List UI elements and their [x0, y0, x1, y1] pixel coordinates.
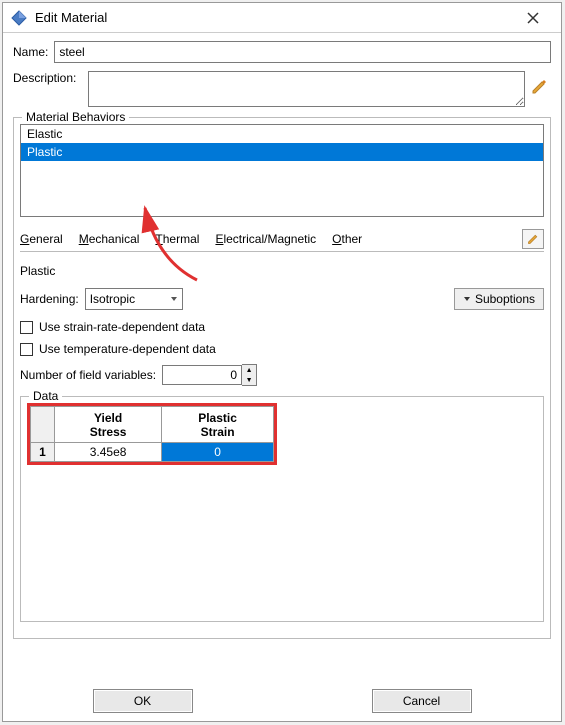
chevron-down-icon — [170, 295, 178, 303]
menu-electrical[interactable]: Electrical/Magnetic — [215, 232, 316, 246]
menu-thermal[interactable]: Thermal — [155, 232, 199, 246]
pencil-icon — [531, 79, 547, 95]
suboptions-label: Suboptions — [475, 292, 535, 306]
plastic-section-title: Plastic — [20, 264, 544, 278]
name-input[interactable] — [54, 41, 551, 63]
hardening-label: Hardening: — [20, 292, 79, 306]
field-vars-input[interactable] — [162, 365, 242, 385]
data-empty-space — [27, 465, 537, 615]
temperature-label: Use temperature-dependent data — [39, 342, 216, 356]
pencil-icon — [527, 233, 539, 245]
behavior-item-elastic[interactable]: Elastic — [21, 125, 543, 143]
data-fieldset: Data YieldStress PlasticStrain 1 3.45e8 … — [20, 396, 544, 622]
cell-plastic-strain[interactable]: 0 — [162, 443, 274, 462]
menu-other[interactable]: Other — [332, 232, 362, 246]
content-area: Name: Description: Material Behaviors El… — [3, 33, 561, 657]
description-input[interactable] — [88, 71, 525, 107]
edit-material-dialog: Edit Material Name: Description: Materia… — [2, 2, 562, 722]
cancel-button[interactable]: Cancel — [372, 689, 472, 713]
col-plastic-strain[interactable]: PlasticStrain — [162, 407, 274, 443]
close-icon — [527, 12, 539, 24]
strain-rate-checkbox[interactable] — [20, 321, 33, 334]
hardening-select[interactable]: Isotropic — [85, 288, 183, 310]
temperature-checkbox[interactable] — [20, 343, 33, 356]
description-label: Description: — [13, 71, 76, 85]
spinner-up-button[interactable]: ▲ — [242, 365, 256, 375]
app-icon — [11, 10, 27, 26]
cell-yield-stress[interactable]: 3.45e8 — [55, 443, 162, 462]
material-behaviors-legend: Material Behaviors — [22, 110, 129, 124]
titlebar: Edit Material — [3, 3, 561, 33]
menu-bar: General Mechanical Thermal Electrical/Ma… — [20, 227, 544, 252]
edit-menu-button[interactable] — [522, 229, 544, 249]
row-index[interactable]: 1 — [31, 443, 55, 462]
hardening-value: Isotropic — [90, 292, 135, 306]
name-label: Name: — [13, 45, 48, 59]
strain-rate-label: Use strain-rate-dependent data — [39, 320, 205, 334]
window-title: Edit Material — [35, 10, 513, 25]
table-corner — [31, 407, 55, 443]
behavior-item-plastic[interactable]: Plastic — [21, 143, 543, 161]
edit-description-button[interactable] — [531, 79, 551, 98]
behaviors-list[interactable]: Elastic Plastic — [20, 124, 544, 217]
annotation-highlight-box: YieldStress PlasticStrain 1 3.45e8 0 — [27, 403, 277, 465]
field-vars-spinner[interactable]: ▲ ▼ — [162, 364, 257, 386]
triangle-down-icon — [463, 295, 471, 303]
menu-general[interactable]: General — [20, 232, 63, 246]
data-legend: Data — [29, 389, 62, 403]
button-bar: OK Cancel — [3, 681, 561, 721]
ok-button[interactable]: OK — [93, 689, 193, 713]
spinner-down-button[interactable]: ▼ — [242, 375, 256, 385]
table-row: 1 3.45e8 0 — [31, 443, 274, 462]
field-vars-label: Number of field variables: — [20, 368, 156, 382]
suboptions-button[interactable]: Suboptions — [454, 288, 544, 310]
menu-mechanical[interactable]: Mechanical — [79, 232, 140, 246]
data-table: YieldStress PlasticStrain 1 3.45e8 0 — [30, 406, 274, 462]
col-yield-stress[interactable]: YieldStress — [55, 407, 162, 443]
material-behaviors-fieldset: Material Behaviors Elastic Plastic Gener… — [13, 117, 551, 639]
close-button[interactable] — [513, 4, 553, 32]
